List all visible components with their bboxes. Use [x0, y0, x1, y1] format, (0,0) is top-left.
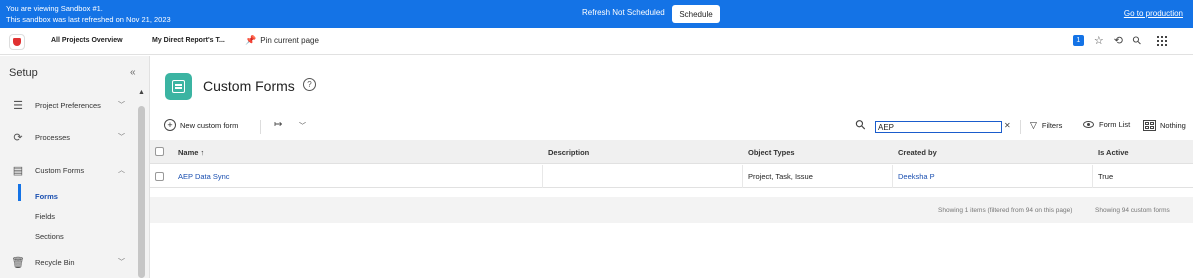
table-row[interactable]: AEP Data Sync Project, Task, Issue Deeks…	[150, 165, 1193, 188]
total-count-text: Showing 94 custom forms	[1095, 207, 1170, 214]
grouping-selector-button[interactable]: Nothing	[1143, 120, 1186, 131]
table-footer: Showing 1 items (filtered from 94 on thi…	[150, 197, 1193, 223]
view-label: Form List	[1099, 120, 1131, 129]
new-custom-form-button[interactable]: + New custom form	[164, 119, 238, 131]
filtered-count-text: Showing 1 items (filtered from 94 on thi…	[938, 207, 1073, 214]
active-indicator	[18, 184, 21, 201]
pin-icon: 📌	[245, 35, 257, 45]
trash-icon: 🗑	[11, 256, 25, 269]
sidebar-subitem-fields[interactable]: Fields	[35, 212, 55, 221]
process-icon: ⟳	[13, 131, 23, 144]
grouping-icon	[1143, 120, 1156, 131]
sliders-icon: ☰	[13, 99, 23, 112]
refresh-status: Refresh Not Scheduled	[582, 8, 665, 17]
custom-forms-page-icon	[165, 73, 192, 100]
sidebar-item-custom-forms[interactable]: ▤ Custom Forms ︿	[0, 159, 135, 181]
form-icon: ▤	[12, 164, 24, 177]
divider	[1020, 120, 1021, 134]
sidebar-item-project-preferences[interactable]: ☰ Project Preferences ﹀	[0, 94, 135, 116]
schedule-button[interactable]: Schedule	[672, 5, 720, 23]
setup-sidebar: Setup « ☰ Project Preferences ﹀ ⟳ Proces…	[0, 56, 150, 278]
column-header-is-active[interactable]: Is Active	[1098, 148, 1129, 157]
column-divider	[542, 165, 543, 188]
sidebar-item-label: Recycle Bin	[35, 257, 75, 267]
chevron-down-icon: ﹀	[118, 134, 125, 141]
select-all-checkbox[interactable]	[155, 147, 164, 156]
nav-tab-all-projects[interactable]: All Projects Overview	[51, 37, 123, 44]
column-header-description[interactable]: Description	[548, 148, 589, 157]
history-icon[interactable]: ⟲	[1114, 34, 1123, 47]
created-by-link[interactable]: Deeksha P	[898, 172, 935, 181]
sandbox-name-text: You are viewing Sandbox #1.	[6, 4, 103, 13]
sandbox-info: You are viewing Sandbox #1. This sandbox…	[6, 3, 171, 25]
column-header-created-by[interactable]: Created by	[898, 148, 937, 157]
filter-icon: ▽	[1030, 120, 1037, 130]
chevron-down-icon[interactable]: ﹀	[299, 121, 306, 131]
divider	[260, 120, 261, 134]
export-icon[interactable]: ↦	[274, 119, 282, 130]
sidebar-item-recycle-bin[interactable]: 🗑 Recycle Bin ﹀	[0, 251, 135, 273]
chevron-down-icon: ﹀	[118, 259, 125, 266]
app-launcher-icon[interactable]	[1157, 35, 1167, 46]
plus-icon: +	[164, 119, 176, 131]
notification-badge[interactable]: 1	[1072, 35, 1084, 46]
form-name-link[interactable]: AEP Data Sync	[178, 172, 230, 181]
sandbox-refresh-text: This sandbox was last refreshed on Nov 2…	[6, 15, 171, 24]
clear-search-icon[interactable]: ✕	[1004, 121, 1011, 130]
app-logo-icon[interactable]	[9, 34, 25, 50]
sidebar-title: Setup	[9, 67, 38, 79]
star-icon[interactable]: ☆	[1094, 34, 1104, 47]
form-is-active: True	[1098, 172, 1114, 181]
page-title: Custom Forms	[203, 78, 295, 94]
list-toolbar: + New custom form ↦ ﹀ ⚲ ✕ ▽ Filters Form…	[150, 116, 1193, 138]
pin-current-page-button[interactable]: 📌 Pin current page	[245, 35, 319, 46]
top-nav: All Projects Overview My Direct Report's…	[0, 28, 1193, 55]
filters-label: Filters	[1041, 121, 1063, 130]
grouping-label: Nothing	[1160, 121, 1186, 130]
go-to-production-link[interactable]: Go to production	[1124, 9, 1183, 18]
sandbox-banner: You are viewing Sandbox #1. This sandbox…	[0, 0, 1193, 28]
eye-icon	[1083, 121, 1094, 128]
search-icon[interactable]: ⚲	[1130, 33, 1144, 48]
nav-actions: 1 ☆ ⟲ ⚲	[1072, 33, 1167, 48]
column-header-object-types[interactable]: Object Types	[748, 148, 795, 157]
search-icon[interactable]: ⚲	[852, 116, 870, 134]
form-object-types: Project, Task, Issue	[748, 172, 813, 181]
chevron-up-icon: ︿	[118, 167, 125, 174]
table-header: Name ↑ Description Object Types Created …	[150, 140, 1193, 164]
sidebar-scrollbar[interactable]: ▲	[138, 89, 145, 278]
sidebar-item-label: Project Preferences	[35, 100, 101, 110]
search-input[interactable]	[875, 121, 1002, 133]
filters-button[interactable]: ▽ Filters	[1030, 120, 1062, 131]
sidebar-item-label: Processes	[35, 132, 71, 142]
sidebar-item-label: Custom Forms	[35, 165, 85, 175]
sidebar-subitem-forms[interactable]: Forms	[35, 192, 58, 201]
new-custom-form-label: New custom form	[180, 120, 239, 130]
column-divider	[1092, 165, 1093, 188]
column-header-name[interactable]: Name ↑	[178, 148, 204, 157]
nav-tab-direct-reports[interactable]: My Direct Report's T...	[152, 37, 225, 44]
pin-label: Pin current page	[260, 36, 319, 45]
column-divider	[742, 165, 743, 188]
help-icon[interactable]: ?	[303, 78, 316, 91]
row-checkbox[interactable]	[155, 172, 164, 181]
column-divider	[892, 165, 893, 188]
chevron-down-icon: ﹀	[118, 102, 125, 109]
sidebar-subitem-sections[interactable]: Sections	[35, 232, 64, 241]
view-selector-button[interactable]: Form List	[1083, 120, 1130, 129]
collapse-sidebar-button[interactable]: «	[130, 67, 136, 78]
sidebar-item-processes[interactable]: ⟳ Processes ﹀	[0, 126, 135, 148]
scroll-up-icon[interactable]: ▲	[138, 89, 145, 96]
scrollbar-thumb[interactable]	[138, 106, 145, 278]
